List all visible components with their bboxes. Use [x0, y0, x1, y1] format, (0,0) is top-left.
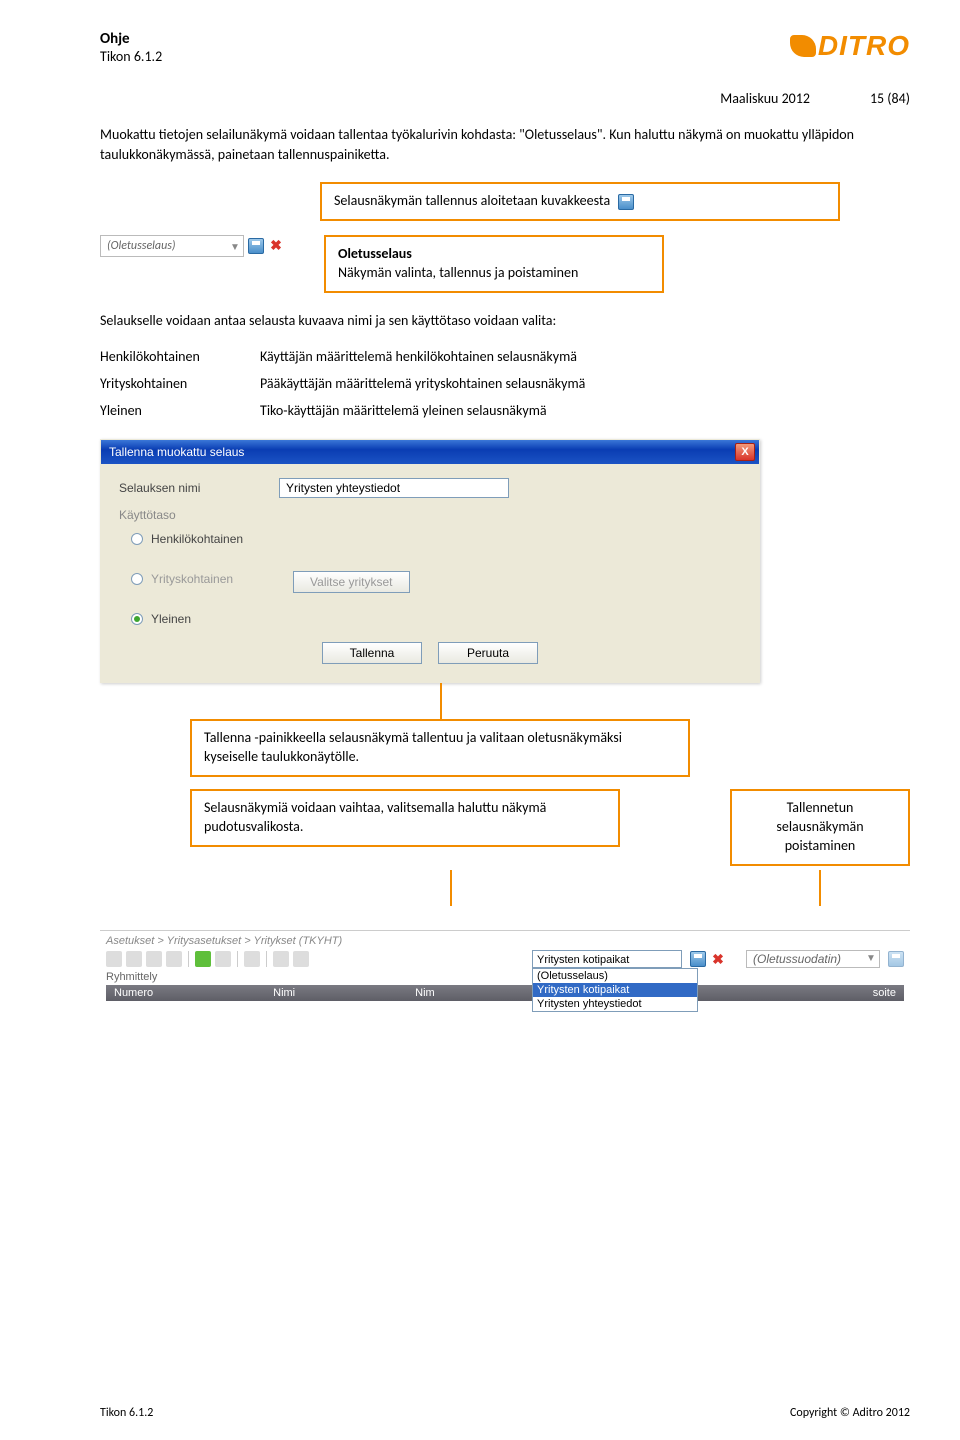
save-icon[interactable]	[248, 238, 264, 254]
new-icon[interactable]	[106, 951, 122, 967]
field-label: Selauksen nimi	[119, 481, 259, 495]
refresh-icon[interactable]	[195, 951, 211, 967]
page-number: 15 (84)	[870, 90, 910, 107]
delete-icon[interactable]: ✖	[710, 951, 726, 967]
save-icon[interactable]	[888, 951, 904, 967]
tool-icon[interactable]	[273, 951, 289, 967]
footer-left: Tikon 6.1.2	[100, 1406, 153, 1420]
delete-icon[interactable]	[166, 951, 182, 967]
delete-icon[interactable]: ✖	[268, 238, 284, 254]
browse-view-dropdown[interactable]: Yritysten kotipaikat (Oletusselaus) Yrit…	[532, 950, 682, 968]
def-term: Henkilökohtainen	[100, 348, 260, 365]
callout-switch-view: Selausnäkymiä voidaan vaihtaa, valitsema…	[190, 789, 620, 847]
save-browse-dialog: Tallenna muokattu selaus X Selauksen nim…	[100, 439, 760, 683]
chevron-down-icon: ▼	[227, 240, 243, 253]
radio-general[interactable]: Yleinen	[131, 612, 741, 626]
group-label: Ryhmittely	[106, 971, 904, 983]
radio-personal[interactable]: Henkilökohtainen	[131, 532, 741, 546]
callout-default-browse: Oletusselaus Näkymän valinta, tallennus …	[324, 235, 664, 293]
def-term: Yleinen	[100, 402, 260, 419]
brand-logo: DITRO	[790, 30, 910, 62]
breadcrumb: Asetukset > Yritysasetukset > Yritykset …	[106, 935, 904, 947]
logo-icon	[790, 35, 816, 57]
toolbar-screenshot: Asetukset > Yritysasetukset > Yritykset …	[100, 930, 910, 1001]
radio-company: Yrityskohtainen	[131, 572, 233, 586]
group-label: Käyttötaso	[119, 508, 741, 522]
chevron-down-icon: ▼	[863, 953, 879, 964]
doc-title: Ohje	[100, 30, 162, 48]
select-companies-button: Valitse yritykset	[293, 571, 409, 593]
def-term: Yrityskohtainen	[100, 375, 260, 392]
copy-icon[interactable]	[146, 951, 162, 967]
tool-icon[interactable]	[293, 951, 309, 967]
def-desc: Pääkäyttäjän määrittelemä yrityskohtaine…	[260, 375, 910, 392]
search-icon[interactable]	[215, 951, 231, 967]
edit-icon[interactable]	[126, 951, 142, 967]
callout-delete-view: Tallennetun selausnäkymän poistaminen	[730, 789, 910, 866]
browse-name-input[interactable]	[279, 478, 509, 498]
doc-subtitle: Tikon 6.1.2	[100, 48, 162, 65]
dropdown-item[interactable]: Yritysten kotipaikat	[533, 983, 697, 997]
def-desc: Tiko-käyttäjän määrittelemä yleinen sela…	[260, 402, 910, 419]
close-icon[interactable]: X	[735, 443, 755, 461]
dropdown-item[interactable]: (Oletusselaus)	[533, 969, 697, 983]
definition-list: Henkilökohtainen Käyttäjän määrittelemä …	[100, 348, 910, 419]
default-browse-dropdown[interactable]: (Oletusselaus) ▼ ✖	[100, 235, 284, 257]
def-desc: Käyttäjän määrittelemä henkilökohtainen …	[260, 348, 910, 365]
footer-right: Copyright © Aditro 2012	[790, 1406, 910, 1420]
dropdown-item[interactable]: Yritysten yhteystiedot	[533, 997, 697, 1011]
cancel-button[interactable]: Peruuta	[438, 642, 538, 664]
save-button[interactable]: Tallenna	[322, 642, 422, 664]
save-icon	[618, 194, 634, 210]
dialog-title: Tallenna muokattu selaus	[109, 445, 244, 459]
column-headers: Numero Nimi Nim soite	[106, 985, 904, 1001]
callout-save-result: Tallenna -painikkeella selausnäkymä tall…	[190, 719, 690, 777]
print-icon[interactable]	[244, 951, 260, 967]
intro-paragraph: Muokattu tietojen selailunäkymä voidaan …	[100, 125, 910, 164]
filter-dropdown[interactable]: (Oletussuodatin) ▼	[746, 950, 880, 968]
doc-date: Maaliskuu 2012	[720, 90, 810, 107]
subhead: Selaukselle voidaan antaa selausta kuvaa…	[100, 311, 910, 331]
save-icon[interactable]	[690, 951, 706, 967]
callout-save-start: Selausnäkymän tallennus aloitetaan kuvak…	[320, 182, 840, 221]
